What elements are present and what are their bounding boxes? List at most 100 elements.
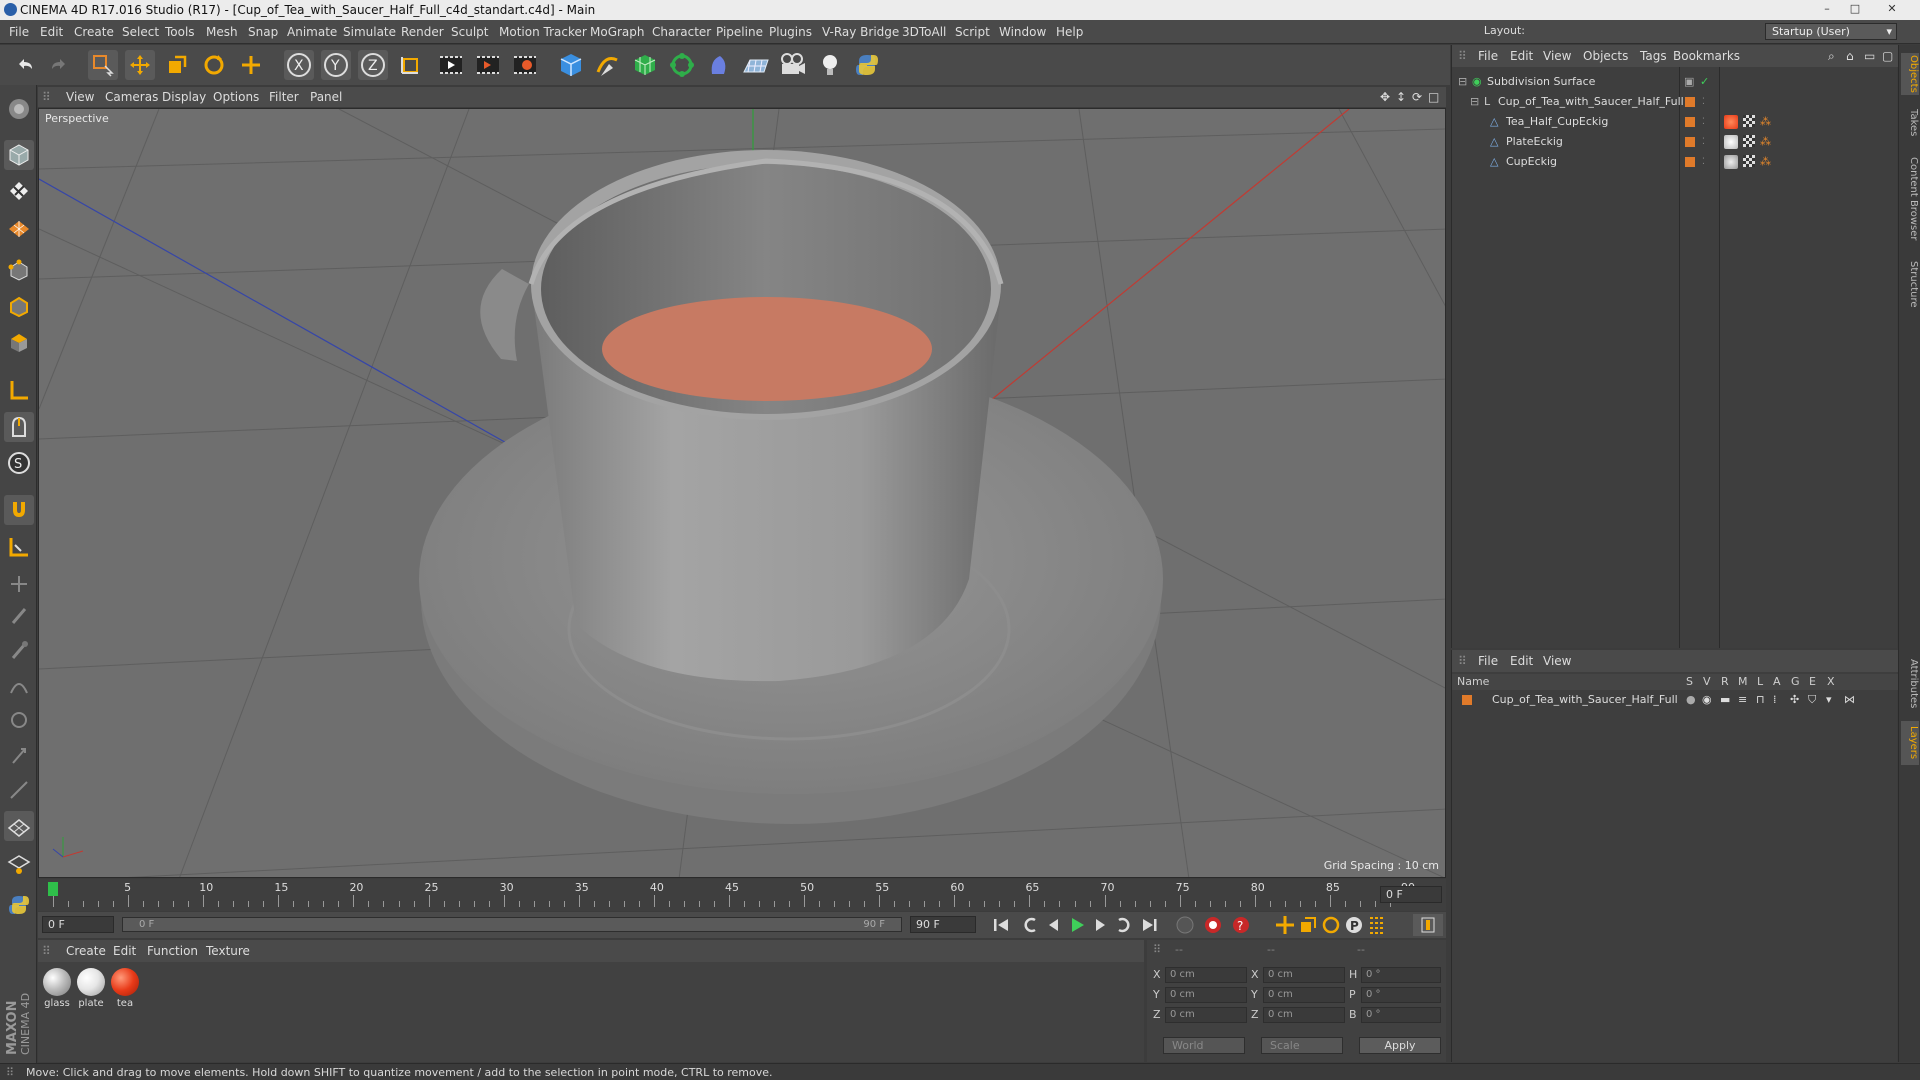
object-row-tea-half[interactable]: △ Tea_Half_CupEckig ⁚ ⁂ [1452,112,1898,132]
grid-snap-icon[interactable] [4,811,34,841]
close-button[interactable]: ✕ [1880,1,1904,17]
layer-render-icon[interactable]: ▬ [1720,690,1730,710]
size-x-field[interactable]: 0 cm [1263,967,1345,983]
timeline-layout-icon[interactable] [1413,914,1443,936]
objects-menu-tags[interactable]: Tags [1640,45,1667,67]
layer-color-icon[interactable] [1685,157,1695,167]
texture-tag-icon[interactable] [1743,115,1755,127]
workplane-icon[interactable] [4,212,34,242]
python-script-icon[interactable] [4,890,34,920]
key-parameter-icon[interactable]: P [1343,914,1365,936]
layer-col-locked[interactable]: L [1757,674,1763,690]
menu-vray-bridge[interactable]: V-Ray Bridge [822,20,899,44]
phong-tag-icon[interactable]: ⁂ [1760,152,1771,172]
undo-icon[interactable] [10,50,40,80]
subdivision-icon[interactable] [630,50,660,80]
rotate-icon[interactable] [199,50,229,80]
rot-b-field[interactable]: 0 ° [1361,1007,1441,1023]
material-tea[interactable]: tea [110,968,140,1009]
layer-col-expressions[interactable]: E [1809,674,1816,690]
layer-color-icon[interactable] [1685,117,1695,127]
texture-mode-icon[interactable] [4,176,34,206]
render-view-icon[interactable] [436,50,466,80]
size-y-field[interactable]: 0 cm [1263,987,1345,1003]
key-pla-icon[interactable] [1366,914,1388,936]
previous-key-icon[interactable] [1020,914,1042,936]
timeline-ruler[interactable]: 051015202530354045505560657075808590 0 F [38,879,1446,911]
layer-row[interactable]: Cup_of_Tea_with_Saucer_Half_Full ● ◉ ▬ ≡… [1452,690,1898,710]
layer-color-icon[interactable] [1685,97,1695,107]
snap-icon[interactable]: S [4,448,34,478]
material-menu-create[interactable]: Create [66,940,106,962]
object-row-subdivision-surface[interactable]: ⊟ ◉ Subdivision Surface ▣ ✓ [1452,72,1898,92]
sculpt-tool-icon[interactable] [4,705,34,735]
scale-icon[interactable] [162,50,192,80]
viewport-menu-view[interactable]: View [66,87,94,107]
layer-xref-icon[interactable]: ⋈ [1844,690,1855,710]
rot-h-field[interactable]: 0 ° [1361,967,1441,983]
cloner-icon[interactable] [667,50,697,80]
menu-window[interactable]: Window [999,20,1046,44]
side-tab-content-browser[interactable]: Content Browser [1901,149,1919,249]
layer-animation-icon[interactable]: ⁞ [1773,690,1777,710]
redo-icon[interactable] [44,50,74,80]
material-plate[interactable]: plate [76,968,106,1009]
menu-script[interactable]: Script [955,20,990,44]
end-frame-field[interactable]: 90 F [910,916,976,933]
collapse-icon[interactable]: ⊟ [1458,72,1467,92]
layer-col-generators[interactable]: G [1791,674,1800,690]
maximize-button[interactable]: □ [1843,1,1867,17]
layer-col-view[interactable]: V [1703,674,1711,690]
paint-tool-icon[interactable] [4,600,34,630]
side-tab-objects[interactable]: Objects [1901,53,1919,95]
knife-tool-icon[interactable] [4,775,34,805]
menu-sculpt[interactable]: Sculpt [451,20,488,44]
layers-menu-edit[interactable]: Edit [1510,650,1533,672]
objects-menu-edit[interactable]: Edit [1510,45,1533,67]
light-icon[interactable] [815,50,845,80]
points-mode-icon[interactable] [4,256,34,286]
layout-select[interactable]: Startup (User) ▾ [1765,23,1897,40]
texture-tag-icon[interactable] [1743,135,1755,147]
material-menu-function[interactable]: Function [147,940,198,962]
python-icon[interactable] [852,50,882,80]
render-picture-viewer-icon[interactable] [473,50,503,80]
layer-view-icon[interactable]: ◉ [1702,690,1712,710]
side-tab-structure[interactable]: Structure [1901,257,1919,311]
edges-mode-icon[interactable] [4,292,34,322]
layer-col-render[interactable]: R [1721,674,1729,690]
apply-button[interactable]: Apply [1359,1037,1441,1054]
menu-pipeline[interactable]: Pipeline [716,20,763,44]
minimize-button[interactable]: – [1815,1,1839,17]
collapse-icon[interactable]: ⊟ [1470,92,1479,112]
menu-character[interactable]: Character [652,20,711,44]
camera-icon[interactable] [778,50,808,80]
menu-animate[interactable]: Animate [287,20,337,44]
model-mode-icon[interactable] [4,140,34,170]
phong-tag-icon[interactable]: ⁂ [1760,132,1771,152]
objects-menu-bookmarks[interactable]: Bookmarks [1673,45,1740,67]
layer-expression-icon[interactable]: ⛉ [1808,690,1816,710]
new-view-icon[interactable]: ▭ [1864,45,1875,67]
brush-tool-icon[interactable] [4,635,34,665]
visibility-dots-icon[interactable]: ⁚ [1702,132,1705,152]
menu-snap[interactable]: Snap [248,20,278,44]
locked-workplane-icon[interactable] [4,569,34,599]
layer-col-manager[interactable]: M [1738,674,1748,690]
play-icon[interactable] [1066,914,1088,936]
polygons-mode-icon[interactable] [4,328,34,358]
go-to-start-icon[interactable] [990,914,1012,936]
cube-primitive-icon[interactable] [556,50,586,80]
menu-plugins[interactable]: Plugins [769,20,812,44]
menu-mesh[interactable]: Mesh [206,20,238,44]
viewport-rotate-icon[interactable]: ⟳ [1412,87,1422,107]
menu-render[interactable]: Render [401,20,444,44]
side-tab-takes[interactable]: Takes [1901,105,1919,141]
key-rotation-icon[interactable] [1320,914,1342,936]
viewport-maximize-icon[interactable]: □ [1428,87,1439,107]
workplane-axis-icon[interactable] [4,532,34,562]
object-row-plate[interactable]: △ PlateEckig ⁚ ⁂ [1452,132,1898,152]
pos-y-field[interactable]: 0 cm [1165,987,1247,1003]
editor-visibility-icon[interactable]: ▣ [1684,72,1694,92]
visibility-dots-icon[interactable]: ⁚ [1702,152,1705,172]
